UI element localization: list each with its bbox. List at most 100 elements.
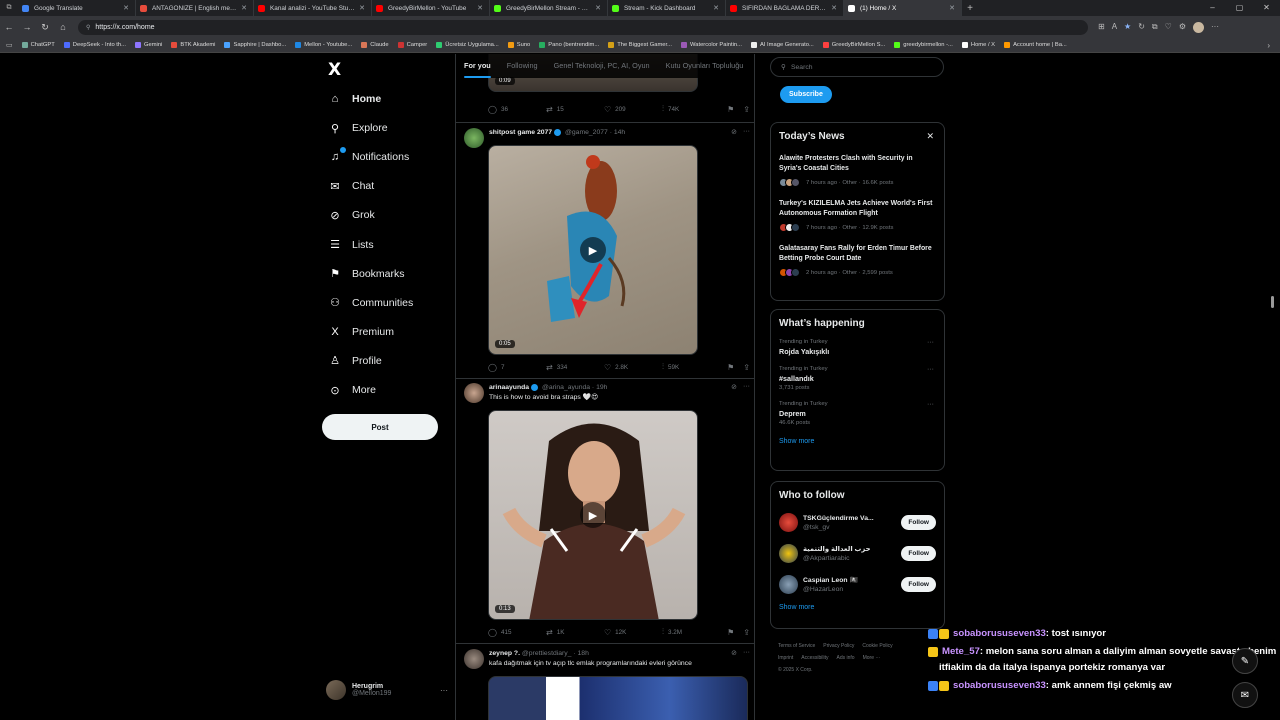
tab-actions-icon[interactable]: ⧉ bbox=[0, 4, 18, 12]
follow-button[interactable]: Follow bbox=[901, 577, 936, 592]
account-switcher[interactable]: Herugrim @Mellon199 ··· bbox=[326, 680, 448, 700]
post-author-avatar[interactable] bbox=[464, 649, 484, 669]
tab-close-icon[interactable]: ✕ bbox=[831, 4, 837, 12]
maximize-icon[interactable]: ▢ bbox=[1226, 0, 1253, 16]
reply-button[interactable]: ◯ 415 bbox=[488, 628, 546, 637]
views-button[interactable]: ⫶ 74K bbox=[662, 104, 720, 114]
browser-tab[interactable]: (1) Home / X ✕ bbox=[844, 0, 962, 16]
footer-link[interactable]: More ··· bbox=[863, 655, 881, 661]
grok-compose-icon[interactable]: ✎ bbox=[1232, 648, 1258, 674]
news-item[interactable]: Galatasaray Fans Rally for Erden Timur B… bbox=[779, 244, 936, 277]
bookmark-item[interactable]: Ücretsiz Uygulama... bbox=[436, 42, 499, 48]
tab-close-icon[interactable]: ✕ bbox=[595, 4, 601, 12]
reload-icon[interactable]: ↻ bbox=[36, 22, 54, 33]
grok-post-icon[interactable]: ⊘ bbox=[731, 128, 737, 136]
favorite-star-icon[interactable]: ★ bbox=[1124, 22, 1131, 33]
tab-close-icon[interactable]: ✕ bbox=[477, 4, 483, 12]
repost-button[interactable]: ⇄ 334 bbox=[546, 363, 604, 372]
repost-button[interactable]: ⇄ 1K bbox=[546, 628, 604, 637]
post-author-avatar[interactable] bbox=[464, 383, 484, 403]
bookmark-item[interactable]: BTK Akademi bbox=[171, 42, 215, 48]
bookmark-item[interactable]: Account home | Ba... bbox=[1004, 42, 1067, 48]
bookmark-item[interactable]: Pano (bentrendim... bbox=[539, 42, 599, 48]
forward-icon[interactable]: → bbox=[18, 22, 36, 32]
footer-link[interactable]: © 2025 X Corp. bbox=[778, 667, 813, 673]
post-author-name[interactable]: shitpost game 2077 bbox=[489, 129, 552, 136]
news-item[interactable]: Turkey's KIZILELMA Jets Achieve World's … bbox=[779, 199, 936, 232]
apps-icon[interactable]: ⊞ bbox=[1098, 22, 1105, 33]
bookmark-item[interactable]: Watercolor Paintin... bbox=[680, 42, 742, 48]
browser-tab[interactable]: GreedyBirMellon - YouTube ✕ bbox=[372, 0, 490, 16]
post-time[interactable]: 19h bbox=[596, 384, 607, 391]
views-button[interactable]: ⫶ 59K bbox=[662, 362, 720, 372]
follow-suggestion[interactable]: TSKGüçlendirme Va... @tsk_gv Follow bbox=[779, 513, 936, 532]
nav-item-lists[interactable]: ☰ Lists bbox=[328, 236, 374, 254]
heart-icon[interactable]: ♡ bbox=[1165, 22, 1172, 33]
play-icon[interactable]: ▶ bbox=[580, 502, 606, 528]
tab-close-icon[interactable]: ✕ bbox=[949, 4, 955, 12]
post-author-name[interactable]: zeynep ?. bbox=[489, 650, 520, 657]
post-author-handle[interactable]: @game_2077 bbox=[565, 129, 608, 136]
trend-item[interactable]: Trending in Turkey Rojda Yakışıklı ··· bbox=[779, 339, 936, 356]
trend-item[interactable]: Trending in Turkey Deprem 46.6K posts ··· bbox=[779, 401, 936, 426]
new-tab-button[interactable]: + bbox=[962, 3, 978, 14]
bookmark-item[interactable]: The Biggest Gamer... bbox=[608, 42, 672, 48]
back-icon[interactable]: ← bbox=[0, 22, 18, 32]
trend-item[interactable]: Trending in Turkey #sallandık 3,731 posts ·… bbox=[779, 366, 936, 391]
browser-tab[interactable]: SIFIRDAN BAĞLAMA DERSİ 3 (EN✕ bbox=[726, 0, 844, 16]
footer-link[interactable]: Imprint bbox=[778, 655, 793, 661]
footer-link[interactable]: Accessibility bbox=[801, 655, 828, 661]
nav-item-profile[interactable]: ♙ Profile bbox=[328, 352, 382, 370]
post-more-icon[interactable]: ··· bbox=[743, 649, 750, 657]
like-button[interactable]: ♡ 209 bbox=[604, 105, 662, 114]
suggestion-avatar[interactable] bbox=[779, 575, 798, 594]
tab-following[interactable]: Following bbox=[499, 54, 546, 78]
search-input[interactable]: ⚲ Search bbox=[770, 57, 944, 77]
share-icon[interactable]: ⇪ bbox=[743, 363, 750, 372]
browser-menu-icon[interactable]: ··· bbox=[1211, 22, 1219, 33]
extensions-icon[interactable]: ⚙ bbox=[1179, 22, 1186, 33]
messages-drawer-icon[interactable]: ✉ bbox=[1232, 682, 1258, 708]
bookmark-item[interactable]: Gemini bbox=[134, 42, 162, 48]
post-time[interactable]: 14h bbox=[614, 129, 625, 136]
scrollbar-thumb[interactable] bbox=[1271, 296, 1274, 308]
bookmark-item[interactable]: ChatGPT bbox=[21, 42, 55, 48]
refresh-ext-icon[interactable]: ↻ bbox=[1138, 22, 1145, 33]
post-button[interactable]: Post bbox=[322, 414, 438, 440]
collections-icon[interactable]: ⧉ bbox=[1152, 22, 1158, 33]
bookmark-item[interactable]: AI Image Generato... bbox=[750, 42, 814, 48]
bookmark-item[interactable]: greedybirmellon -... bbox=[894, 42, 953, 48]
bookmark-icon[interactable]: ⚑ bbox=[727, 628, 734, 637]
post-author-handle[interactable]: @arina_ayunda bbox=[542, 384, 590, 391]
nav-item-grok[interactable]: ⊘ Grok bbox=[328, 206, 374, 224]
share-icon[interactable]: ⇪ bbox=[743, 628, 750, 637]
grok-post-icon[interactable]: ⊘ bbox=[731, 649, 737, 657]
nav-item-notifications[interactable]: ♫ Notifications bbox=[328, 147, 409, 166]
browser-tab[interactable]: ANTAGONIZE | English meaning -✕ bbox=[136, 0, 254, 16]
browser-tab[interactable]: Stream - Kick Dashboard ✕ bbox=[608, 0, 726, 16]
suggestion-avatar[interactable] bbox=[779, 513, 798, 532]
tab-close-icon[interactable]: ✕ bbox=[713, 4, 719, 12]
read-aloud-icon[interactable]: A bbox=[1112, 22, 1117, 33]
footer-link[interactable]: Privacy Policy bbox=[823, 643, 854, 649]
browser-tab[interactable]: GreedyBirMellon Stream - Watch ✕ bbox=[490, 0, 608, 16]
views-button[interactable]: ⫶ 3.2M bbox=[662, 627, 720, 637]
nav-item-more[interactable]: ⊙ More bbox=[328, 381, 376, 399]
browser-profile-avatar[interactable] bbox=[1192, 21, 1204, 33]
reply-button[interactable]: ◯ 7 bbox=[488, 363, 546, 372]
suggestion-avatar[interactable] bbox=[779, 544, 798, 563]
bookmark-item[interactable]: Mellon - Youtube... bbox=[295, 42, 352, 48]
post-time[interactable]: 18h bbox=[578, 650, 589, 657]
footer-link[interactable]: Cookie Policy bbox=[862, 643, 892, 649]
bookmarks-folder-icon[interactable]: ▭ bbox=[6, 41, 13, 49]
tab-kutu-oyunlari[interactable]: Kutu Oyunları Topluluğu bbox=[658, 54, 752, 78]
post-video[interactable]: ▶ 0:13 bbox=[488, 410, 698, 620]
nav-item-chat[interactable]: ✉ Chat bbox=[328, 177, 374, 195]
minimize-icon[interactable]: – bbox=[1199, 0, 1226, 16]
post-video[interactable]: ▶ 0:05 bbox=[488, 145, 698, 355]
browser-tab[interactable]: Google Translate ✕ bbox=[18, 0, 136, 16]
follow-button[interactable]: Follow bbox=[901, 546, 936, 561]
nav-item-premium[interactable]: X Premium bbox=[328, 323, 394, 341]
tab-genel-teknoloji[interactable]: Genel Teknoloji, PC, AI, Oyun bbox=[546, 54, 658, 78]
bookmark-item[interactable]: Sapphire | Dashbo... bbox=[224, 42, 286, 48]
